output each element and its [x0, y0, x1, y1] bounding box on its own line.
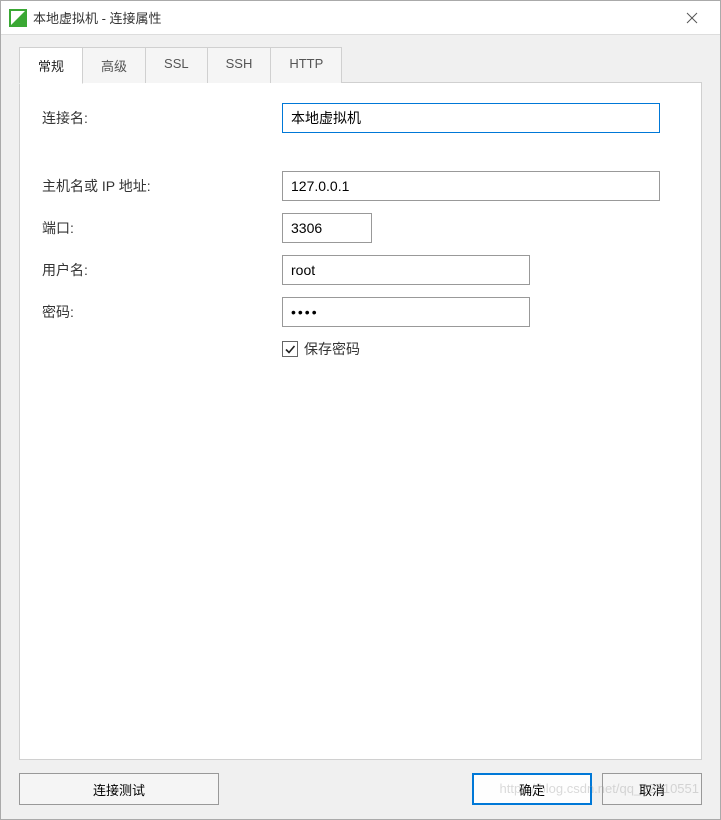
conn-name-label: 连接名:: [42, 108, 282, 128]
tab-panel-general: 连接名: 主机名或 IP 地址: 端口: 用户名: 密码:: [19, 82, 702, 760]
tab-http[interactable]: HTTP: [270, 47, 342, 83]
row-port: 端口:: [42, 213, 679, 243]
save-password-checkbox[interactable]: [282, 341, 298, 357]
row-save-password: 保存密码: [282, 339, 679, 359]
port-label: 端口:: [42, 218, 282, 238]
titlebar: 本地虚拟机 - 连接属性: [1, 1, 720, 35]
tab-general[interactable]: 常规: [19, 47, 83, 84]
user-input[interactable]: [282, 255, 530, 285]
save-password-label: 保存密码: [304, 339, 360, 359]
row-host: 主机名或 IP 地址:: [42, 171, 679, 201]
tab-ssh[interactable]: SSH: [207, 47, 272, 83]
ok-button[interactable]: 确定: [472, 773, 592, 805]
port-input[interactable]: [282, 213, 372, 243]
spacer: [229, 773, 462, 805]
tab-ssl[interactable]: SSL: [145, 47, 208, 83]
conn-name-input[interactable]: [282, 103, 660, 133]
tabs: 常规 高级 SSL SSH HTTP: [19, 47, 702, 83]
host-input[interactable]: [282, 171, 660, 201]
button-bar: 连接测试 确定 取消: [1, 761, 720, 819]
tab-advanced[interactable]: 高级: [82, 47, 146, 83]
window-title: 本地虚拟机 - 连接属性: [33, 8, 672, 27]
password-label: 密码:: [42, 302, 282, 322]
row-conn-name: 连接名:: [42, 103, 679, 133]
row-user: 用户名:: [42, 255, 679, 285]
test-connection-button[interactable]: 连接测试: [19, 773, 219, 805]
password-input[interactable]: [282, 297, 530, 327]
dialog-window: 本地虚拟机 - 连接属性 常规 高级 SSL SSH HTTP 连接名: 主机名…: [0, 0, 721, 820]
app-icon: [9, 9, 27, 27]
user-label: 用户名:: [42, 260, 282, 280]
close-button[interactable]: [672, 3, 712, 33]
cancel-button[interactable]: 取消: [602, 773, 702, 805]
row-password: 密码:: [42, 297, 679, 327]
content-area: 常规 高级 SSL SSH HTTP 连接名: 主机名或 IP 地址: 端口: …: [1, 35, 720, 761]
host-label: 主机名或 IP 地址:: [42, 176, 282, 196]
